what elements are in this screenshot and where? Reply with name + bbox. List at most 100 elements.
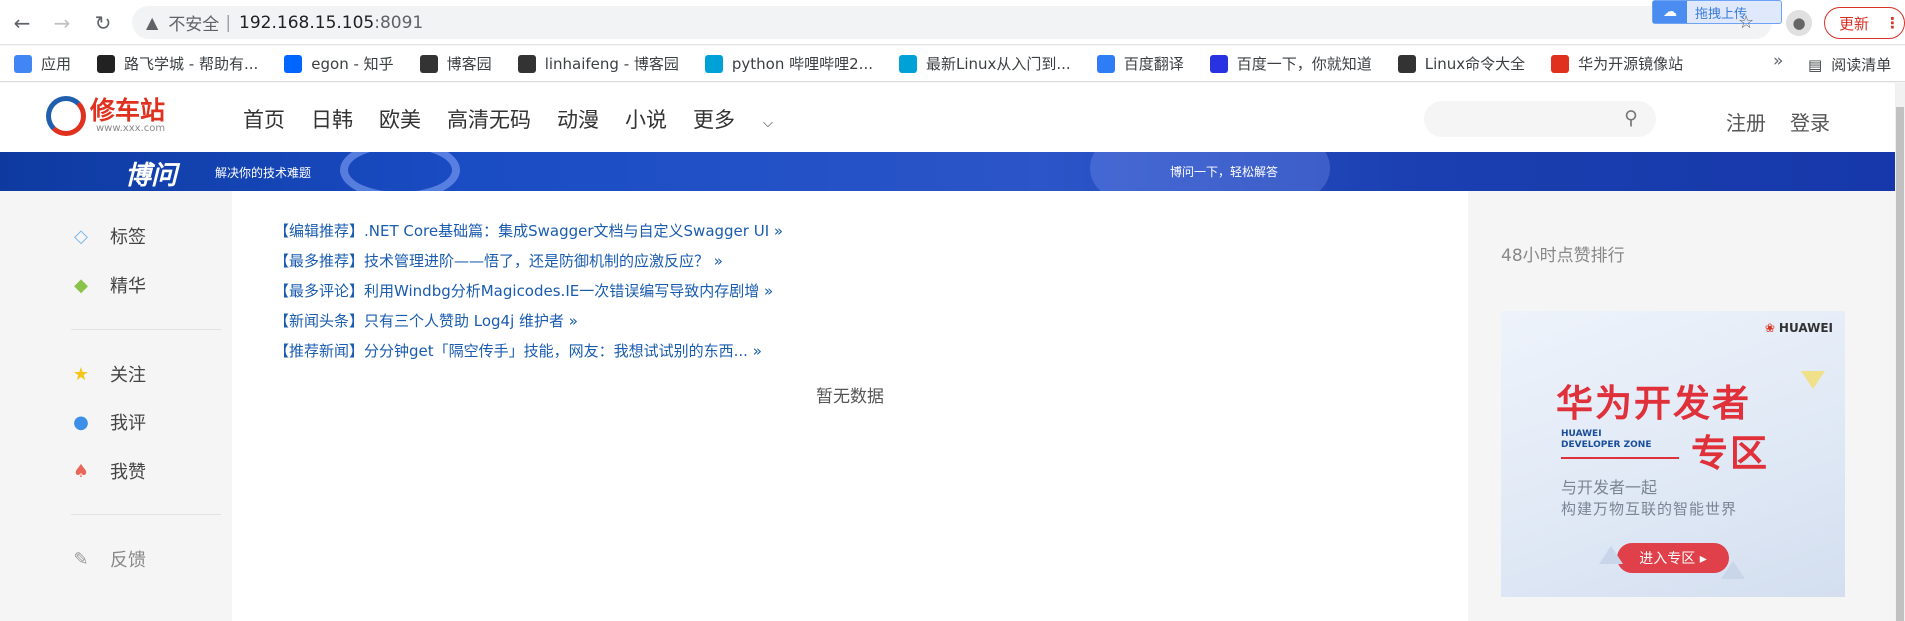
sidebar-divider: [71, 514, 221, 515]
hot-ranking-title: 48小时点赞排行: [1501, 246, 1625, 266]
tag-icon: ◇: [74, 225, 88, 247]
huawei-brand-label: HUAWEI: [1778, 321, 1833, 335]
nav-hd[interactable]: 高清无码: [447, 104, 531, 134]
reload-icon[interactable]: ↻: [89, 9, 117, 37]
bilibili-icon: [704, 54, 723, 73]
bookmark-label: 百度一下，你就知道: [1236, 55, 1372, 73]
ad-decoration: [1599, 546, 1623, 564]
bookmark-label: python 哔哩哔哩2...: [731, 55, 873, 73]
headline-link[interactable]: 【编辑推荐】.NET Core基础篇：集成Swagger文档与自定义Swagge…: [274, 216, 783, 246]
diamond-icon: ◆: [74, 274, 88, 296]
back-arrow-icon[interactable]: ←: [8, 9, 36, 37]
headline-link[interactable]: 【最多评论】利用Windbg分析Magicodes.IE一次错误编写导致内存剧增…: [274, 276, 783, 306]
nav-more[interactable]: 更多 ⌵: [693, 104, 799, 134]
nav-west[interactable]: 欧美: [379, 104, 421, 134]
update-button[interactable]: 更新 ⋮: [1824, 7, 1905, 39]
sidebar-item-feedback[interactable]: ✎ 反馈: [71, 546, 146, 572]
cnblogs-icon: [517, 54, 536, 73]
search-icon[interactable]: ⚲: [1624, 107, 1638, 129]
sidebar-item-my-comments[interactable]: ● 我评: [71, 409, 146, 435]
bookmark-item[interactable]: 应用: [14, 53, 71, 74]
bookmark-item[interactable]: Linux命令大全: [1397, 53, 1526, 74]
sidebar-item-follow[interactable]: ★ 关注: [71, 361, 146, 387]
bookmark-label: 百度翻译: [1123, 55, 1184, 73]
site-search-input[interactable]: ⚲: [1424, 101, 1656, 137]
site-logo[interactable]: 修车站 www.xxx.com: [46, 96, 165, 136]
sidebar-item-featured[interactable]: ◆ 精华: [71, 272, 146, 298]
headline-link[interactable]: 【推荐新闻】分分钟get「隔空传手」技能，网友：我想试试别的东西... »: [274, 336, 783, 366]
bookmark-item[interactable]: linhaifeng - 博客园: [517, 53, 679, 74]
bookmark-label: 最新Linux从入门到...: [925, 55, 1071, 73]
bookmark-item[interactable]: python 哔哩哔哩2...: [704, 53, 873, 74]
reading-list-icon: ▤: [1808, 55, 1823, 74]
sidebar-item-my-likes[interactable]: ♠ 我赞: [71, 458, 146, 484]
ad-headline-2: 专区: [1691, 432, 1769, 475]
huawei-ad-banner[interactable]: ❀ HUAWEI 华为开发者 HUAWEI DEVELOPER ZONE 专区 与…: [1501, 311, 1845, 597]
update-label: 更新: [1839, 14, 1870, 33]
nav-home[interactable]: 首页: [243, 104, 285, 134]
bookmark-item[interactable]: 华为开源镜像站: [1551, 53, 1683, 74]
headline-link[interactable]: 【新闻头条】只有三个人赞助 Log4j 维护者 »: [274, 306, 783, 336]
sidebar-divider: [71, 329, 221, 330]
bookmark-item[interactable]: 最新Linux从入门到...: [898, 53, 1071, 74]
bookmark-label: linhaifeng - 博客园: [544, 55, 679, 73]
banner-decoration: [340, 152, 460, 191]
ad-small-label-line: DEVELOPER ZONE: [1561, 440, 1652, 450]
address-bar[interactable]: ▲ 不安全 | 192.168.15.105 :8091: [132, 6, 1772, 39]
scrollbar-thumb[interactable]: [1896, 107, 1904, 621]
baidu-icon: [1209, 54, 1228, 73]
login-link[interactable]: 登录: [1790, 107, 1830, 136]
nav-novel[interactable]: 小说: [625, 104, 667, 134]
huawei-icon: [1551, 54, 1570, 73]
upload-extension-button[interactable]: ☁ 拖拽上传: [1652, 0, 1782, 24]
headline-list: 【编辑推荐】.NET Core基础篇：集成Swagger文档与自定义Swagge…: [274, 216, 783, 366]
cloud-icon: ☁: [1653, 1, 1687, 23]
banner-title: 博问: [125, 161, 178, 191]
zhihu-icon: [284, 54, 303, 73]
ad-subtitle-2: 构建万物互联的智能世界: [1561, 500, 1738, 518]
headline-link[interactable]: 【最多推荐】技术管理进阶——悟了，还是防御机制的应激反应？ »: [274, 246, 783, 276]
bookmark-star-icon[interactable]: ☆: [1738, 12, 1754, 33]
bilibili-icon: [898, 54, 917, 73]
insecure-label: 不安全: [168, 15, 220, 35]
bookmark-label: 路飞学城 - 帮助有...: [124, 55, 259, 73]
bookmark-label: 博客园: [446, 55, 492, 73]
star-icon: ★: [72, 363, 90, 385]
bookmark-label: 华为开源镜像站: [1578, 55, 1684, 73]
site-header: 修车站 www.xxx.com 首页 日韩 欧美 高清无码 动漫 小说 更多 ⌵ …: [0, 83, 1895, 152]
reading-list-button[interactable]: ▤ 阅读清单: [1808, 54, 1891, 75]
sidebar-item-label: 我赞: [110, 462, 146, 483]
url-port: :8091: [374, 12, 424, 33]
ad-enter-button[interactable]: 进入专区 ▸: [1617, 543, 1729, 573]
bookmark-item[interactable]: egon - 知乎: [284, 53, 394, 74]
bookmark-item[interactable]: 百度翻译: [1096, 53, 1184, 74]
comment-icon: ●: [73, 411, 89, 433]
bowen-banner[interactable]: 博问 解决你的技术难题 博问一下，轻松解答: [0, 152, 1895, 191]
bookmark-item[interactable]: 百度一下，你就知道: [1209, 53, 1372, 74]
bookmarks-more-button[interactable]: »: [1773, 51, 1783, 71]
page-scrollbar[interactable]: [1895, 83, 1905, 621]
logo-subtext: www.xxx.com: [96, 123, 166, 134]
reading-list-label: 阅读清单: [1831, 56, 1892, 74]
nav-jpkr[interactable]: 日韩: [311, 104, 353, 134]
thumbs-up-icon: ♠: [72, 460, 90, 482]
sidebar-item-label: 我评: [110, 413, 146, 434]
huawei-brand: ❀ HUAWEI: [1765, 321, 1833, 335]
warning-triangle-icon: ▲: [146, 13, 159, 32]
bookmark-item[interactable]: 路飞学城 - 帮助有...: [97, 53, 258, 74]
profile-avatar-icon[interactable]: ●: [1786, 10, 1812, 36]
forward-arrow-icon[interactable]: →: [48, 9, 76, 37]
register-link[interactable]: 注册: [1726, 107, 1766, 136]
ad-subtitle: 与开发者一起: [1561, 478, 1658, 497]
sidebar-item-label: 标签: [110, 227, 146, 248]
cnblogs-icon: [419, 54, 438, 73]
bookmark-item[interactable]: 博客园: [419, 53, 492, 74]
main-content: 【编辑推荐】.NET Core基础篇：集成Swagger文档与自定义Swagge…: [232, 191, 1468, 621]
ad-decoration: [1801, 371, 1825, 389]
huawei-logo-icon: ❀: [1764, 321, 1775, 335]
ad-decoration: [1721, 561, 1745, 579]
empty-state-text: 暂无数据: [816, 387, 884, 407]
nav-anime[interactable]: 动漫: [557, 104, 599, 134]
bookmark-label: Linux命令大全: [1424, 55, 1526, 73]
sidebar-item-tags[interactable]: ◇ 标签: [71, 223, 146, 249]
